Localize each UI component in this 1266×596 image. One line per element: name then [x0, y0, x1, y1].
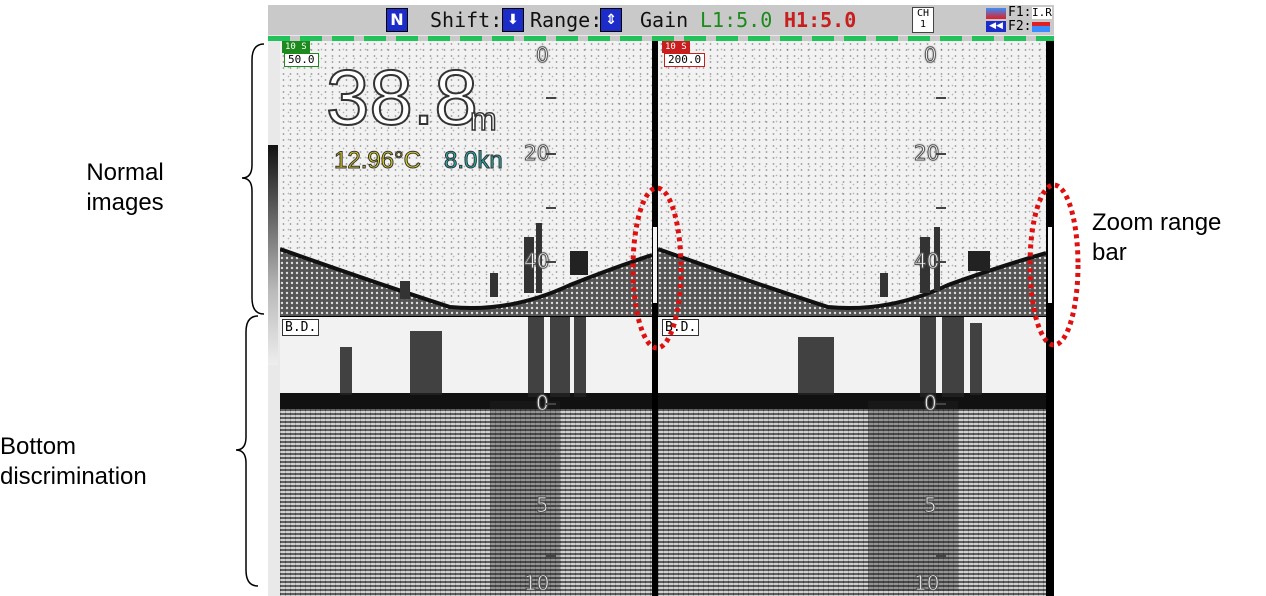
annotation-normal-images: Normal images — [86, 159, 164, 216]
top-status-bar: N Shift: ⬇ Range: ⇕ Gain L1:5.0 H1:5.0 C… — [268, 5, 1054, 35]
depth-unit: m — [469, 100, 497, 138]
f2-label: F2: — [1008, 19, 1032, 34]
right-bd-tick — [936, 403, 946, 405]
left-bd-tick — [546, 403, 556, 405]
left-scale-0: 0 — [536, 43, 550, 68]
left-bd-tick — [546, 505, 556, 507]
gain-label: Gain — [640, 8, 689, 32]
left-tick — [546, 207, 556, 209]
zoom-highlight-right-icon — [1027, 182, 1081, 348]
f1-value: I.R — [1032, 6, 1052, 19]
temperature-readout: 12.96°C — [334, 147, 422, 175]
left-bd-label: B.D. — [282, 319, 320, 336]
right-bd-scale-5: 5 — [924, 493, 938, 518]
channel-indicator[interactable]: CH 1 — [912, 7, 934, 33]
left-bd-image: B.D. 0 5 10 — [280, 317, 652, 596]
left-tick — [546, 153, 556, 155]
right-seabed-echo — [658, 227, 1046, 317]
right-frequency-label: 200.0 — [664, 53, 706, 67]
right-bd-tick — [936, 555, 946, 557]
right-tick — [936, 207, 946, 209]
right-bd-scale-10: 10 — [913, 571, 940, 596]
right-scale-0: 0 — [924, 43, 938, 68]
shift-label: Shift: — [430, 8, 503, 32]
right-bd-tick — [936, 453, 946, 455]
color-scale-bar — [268, 145, 278, 365]
left-bd-tick — [546, 555, 556, 557]
range-updown-icon[interactable]: ⇕ — [600, 8, 622, 32]
sounder-mode-icon[interactable] — [986, 8, 1006, 19]
right-bd-tick — [936, 505, 946, 507]
gain-high-value: H1:5.0 — [784, 8, 857, 32]
brace-normal-icon — [241, 43, 265, 315]
right-bd-scale-0: 0 — [924, 391, 938, 416]
zoom-highlight-left-icon — [630, 185, 684, 351]
right-normal-image: 10 S 200.0 0 20 40 — [658, 41, 1046, 317]
rewind-icon[interactable]: ◀◀ — [986, 21, 1006, 32]
right-tick — [936, 261, 946, 263]
right-tick — [936, 153, 946, 155]
left-interval-label: 10 S — [282, 41, 310, 53]
right-tick — [936, 97, 946, 99]
left-normal-image: 10 S 50.0 38.8 m 12.96°C 8.0kn 0 20 40 — [280, 41, 652, 317]
range-label: Range: — [530, 8, 603, 32]
shift-down-icon[interactable]: ⬇ — [502, 8, 524, 32]
left-bd-scale-10: 10 — [523, 571, 550, 596]
f2-icon[interactable] — [1032, 22, 1050, 32]
right-bd-image: B.D. 0 5 10 — [658, 317, 1046, 596]
left-bd-tick — [546, 453, 556, 455]
brace-bottom-icon — [235, 315, 259, 587]
left-frequency-label: 50.0 — [284, 53, 319, 67]
gain-low-value: L1:5.0 — [700, 8, 773, 32]
left-tick — [546, 97, 556, 99]
annotation-zoom-range-bar: Zoom range bar — [1092, 209, 1222, 266]
speed-readout: 8.0kn — [444, 147, 504, 175]
left-tick — [546, 261, 556, 263]
f1-label: F1: — [1008, 5, 1032, 20]
depth-readout: 38.8 — [325, 53, 479, 141]
mode-indicator[interactable]: N — [386, 8, 408, 32]
annotation-bottom-discrimination: Bottom discrimination — [0, 433, 147, 490]
right-interval-label: 10 S — [662, 41, 690, 53]
